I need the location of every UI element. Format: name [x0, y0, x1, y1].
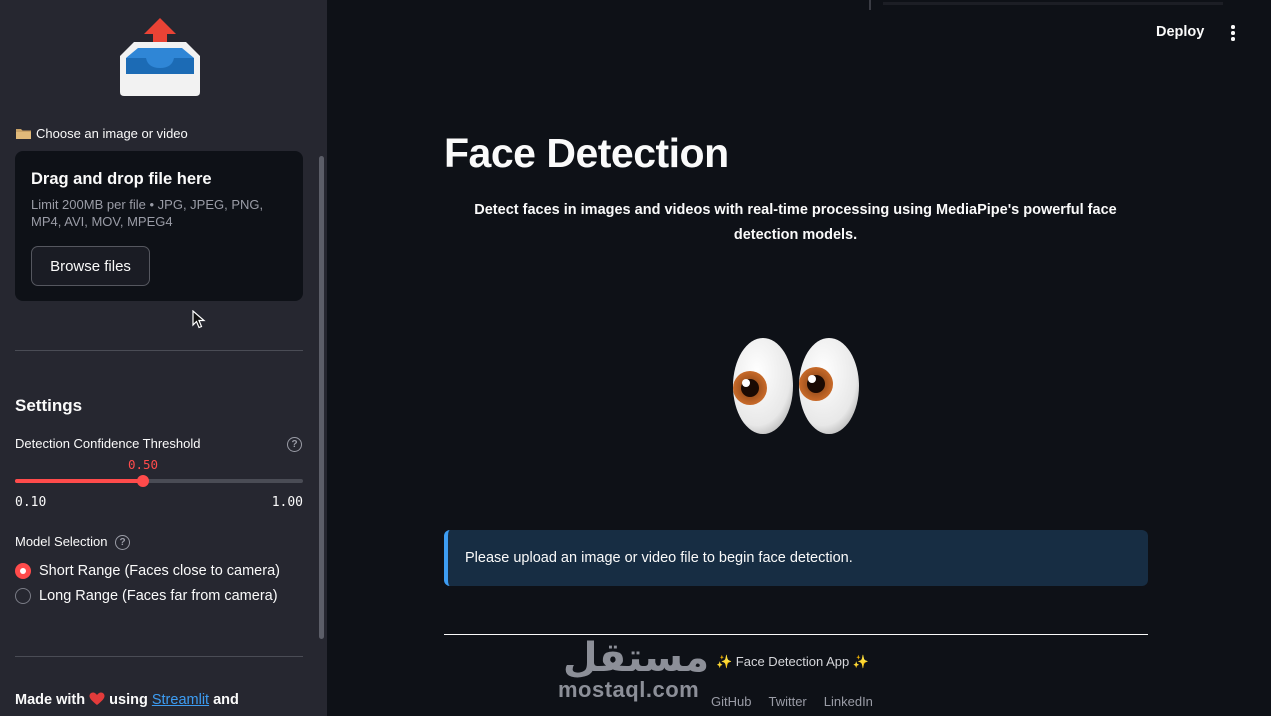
- main-divider: [444, 634, 1148, 635]
- made-with-text: Made with: [15, 692, 86, 708]
- dropzone-title: Drag and drop file here: [31, 170, 212, 188]
- page-title: Face Detection: [444, 130, 729, 176]
- slider-fill: [15, 479, 143, 483]
- radio-label: Long Range (Faces far from camera): [39, 588, 278, 604]
- upload-label-text: Choose an image or video: [36, 126, 188, 141]
- top-status-strip: [869, 0, 1223, 10]
- footer-app-name: ✨ Face Detection App ✨: [716, 654, 870, 669]
- watermark-latin-text: mostaql.com: [558, 677, 700, 702]
- radio-option-long-range[interactable]: Long Range (Faces far from camera): [15, 588, 278, 604]
- footer-links: GitHub Twitter LinkedIn: [711, 694, 873, 709]
- radio-label: Short Range (Faces close to camera): [39, 563, 280, 579]
- info-alert: Please upload an image or video file to …: [444, 530, 1148, 586]
- help-icon[interactable]: ?: [115, 535, 130, 550]
- watermark-arabic-text: مستقل: [563, 635, 709, 681]
- page-subtitle: Detect faces in images and videos with r…: [474, 202, 1117, 243]
- and-text: and: [213, 692, 239, 708]
- upload-label: Choose an image or video: [15, 126, 188, 141]
- sidebar-divider: [15, 656, 303, 657]
- threshold-slider[interactable]: [15, 475, 303, 487]
- streamlit-link[interactable]: Streamlit: [152, 692, 209, 708]
- sidebar-divider: [15, 350, 303, 351]
- model-selection-label: Model Selection: [15, 534, 108, 549]
- twitter-link[interactable]: Twitter: [768, 694, 806, 709]
- info-alert-text: Please upload an image or video file to …: [465, 550, 853, 566]
- browse-files-button[interactable]: Browse files: [31, 246, 150, 286]
- slider-thumb[interactable]: [137, 475, 149, 487]
- sidebar-scrollbar[interactable]: [319, 156, 324, 639]
- red-heart-icon: [89, 692, 105, 705]
- slider-min-label: 0.10: [15, 495, 47, 510]
- threshold-label: Detection Confidence Threshold: [15, 436, 201, 451]
- made-with-footer: Made with using Streamlit and: [15, 692, 239, 708]
- radio-button-selected[interactable]: [15, 563, 31, 579]
- eyes-emoji-icon: [733, 338, 859, 434]
- slider-max-label: 1.00: [271, 495, 303, 510]
- mouse-cursor-icon: [192, 310, 206, 329]
- github-link[interactable]: GitHub: [711, 694, 751, 709]
- kebab-menu-icon[interactable]: [1227, 24, 1239, 42]
- folder-icon: [16, 129, 31, 139]
- settings-heading: Settings: [15, 396, 83, 415]
- help-icon[interactable]: ?: [287, 437, 302, 452]
- file-dropzone[interactable]: Drag and drop file here Limit 200MB per …: [15, 151, 303, 301]
- using-text: using: [109, 692, 148, 708]
- radio-option-short-range[interactable]: Short Range (Faces close to camera): [15, 563, 280, 579]
- linkedin-link[interactable]: LinkedIn: [824, 694, 873, 709]
- threshold-value: 0.50: [127, 457, 159, 472]
- radio-button[interactable]: [15, 588, 31, 604]
- sidebar: Choose an image or video Drag and drop f…: [0, 0, 327, 716]
- outbox-tray-icon: [120, 18, 200, 96]
- deploy-button[interactable]: Deploy: [1156, 24, 1204, 40]
- dropzone-limit-text: Limit 200MB per file • JPG, JPEG, PNG, M…: [31, 197, 264, 229]
